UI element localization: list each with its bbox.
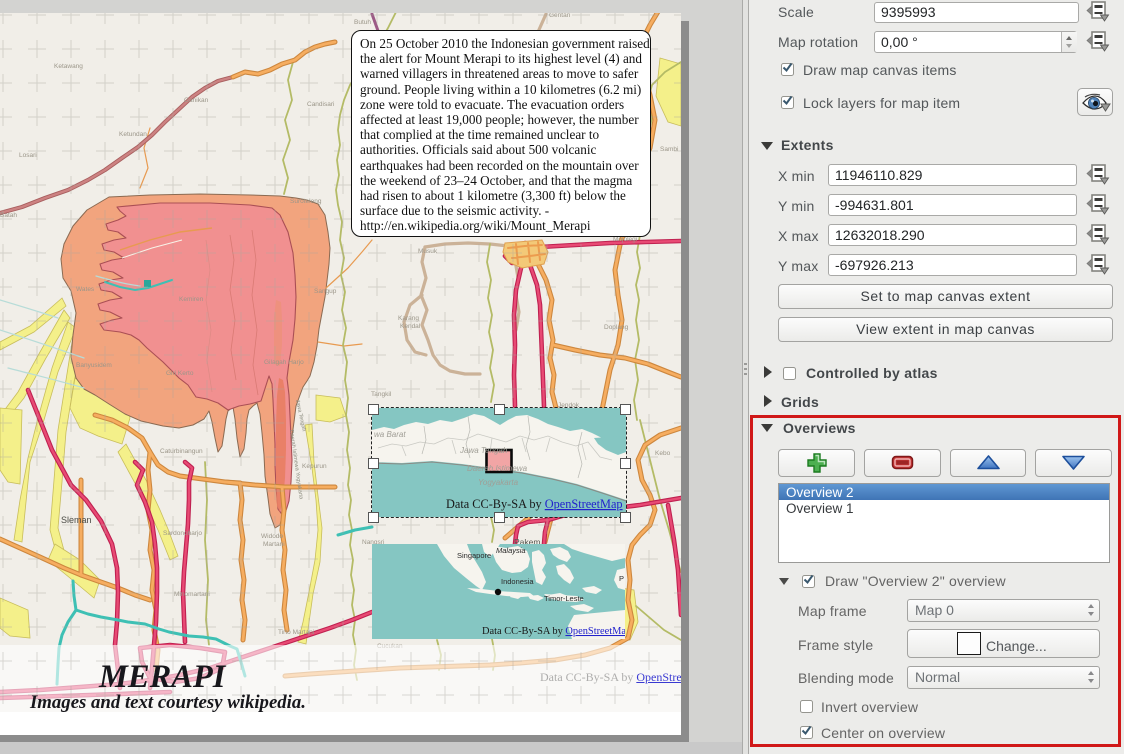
svg-text:Singapore: Singapore bbox=[457, 551, 491, 560]
svg-text:Timor-Leste: Timor-Leste bbox=[544, 594, 584, 603]
svg-text:Data CC-By-SA by OpenStreetMap: Data CC-By-SA by OpenStreetMap bbox=[482, 626, 625, 637]
svg-text:P: P bbox=[619, 574, 624, 583]
svg-text:Malaysia: Malaysia bbox=[496, 546, 526, 555]
svg-text:Indonesia: Indonesia bbox=[501, 577, 534, 586]
